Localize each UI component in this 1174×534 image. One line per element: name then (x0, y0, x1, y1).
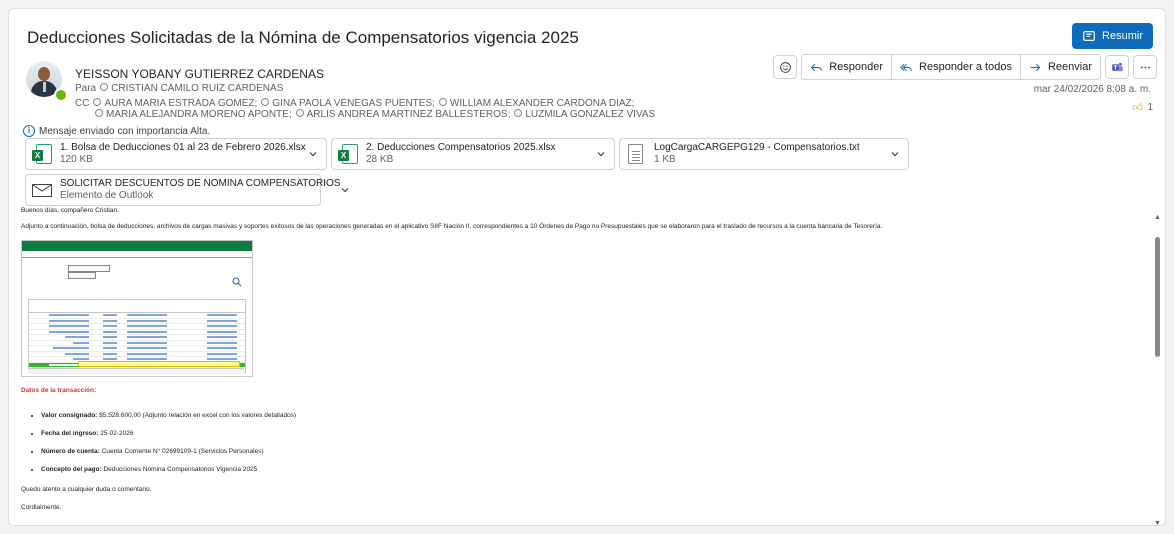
reply-icon (811, 63, 823, 71)
attachment-size: 28 KB (366, 154, 394, 165)
attachment-name: LogCargaCARGEPG129 - Compensatorios.txt (654, 142, 860, 153)
reply-all-button[interactable]: Responder a todos (891, 55, 1020, 79)
detail-label: Número de cuenta: (41, 448, 100, 455)
attachment-name: 2. Deducciones Compensatorios 2025.xlsx (366, 142, 556, 153)
sent-date: mar 24/02/2026 8:08 a. m. (1033, 84, 1151, 95)
to-recipient[interactable]: CRISTIAN CAMILO RUIZ CARDENAS (111, 83, 283, 94)
detail-label: Fecha del ingreso: (41, 430, 99, 437)
reply-button[interactable]: Responder (802, 55, 892, 79)
attachment-size: 1 KB (654, 154, 676, 165)
excel-file-icon: X (32, 144, 52, 164)
detail-label: Valor consignado: (41, 412, 98, 419)
body-intro: Adjunto a continuación, bolsa de deducci… (21, 223, 883, 230)
recipient-status-icon (438, 98, 447, 106)
cc-label: CC (75, 98, 90, 109)
attachment-size: 120 KB (60, 154, 93, 165)
detail-item: Valor consignado: $5.528.600,00 (Adjunto… (41, 407, 296, 425)
forward-arrow-icon (1030, 63, 1041, 71)
summarize-label: Resumir (1102, 30, 1143, 42)
reply-label: Responder (829, 61, 884, 73)
attachment-name: 1. Bolsa de Deducciones 01 al 23 de Febr… (60, 142, 306, 153)
reply-forward-group: Responder Responder a todos Reenviar (801, 54, 1101, 80)
scrollbar-thumb[interactable] (1155, 237, 1160, 357)
detail-value: Deducciones Nómina Compensatorios Vigenc… (103, 466, 258, 473)
section-title: Datos de la transacción: (21, 387, 97, 394)
mail-envelope-icon (32, 180, 52, 200)
attachment-name: SOLICITAR DESCUENTOS DE NOMINA COMPENSAT… (60, 178, 341, 189)
cc-recipient[interactable]: GINA PAOLA VENEGAS PUENTES; (272, 98, 435, 109)
excel-file-icon: X (338, 144, 358, 164)
cc-recipient[interactable]: ARLIS ANDREA MARTINEZ BALLESTEROS; (307, 109, 511, 120)
body-greeting: Buenos días, compañero Cristian. (21, 207, 119, 214)
thumbs-up-icon: 👍︎ (1131, 102, 1144, 114)
smiley-icon (779, 61, 791, 73)
reaction-summary[interactable]: 👍︎ 1 (1132, 101, 1153, 114)
cc-recipient[interactable]: WILLIAM ALEXANDER CARDONA DIAZ; (450, 98, 635, 109)
importance-banner: i Mensaje enviado con importancia Alta. (23, 125, 210, 137)
cc-recipient[interactable]: AURA MARIA ESTRADA GOMEZ; (104, 98, 257, 109)
detail-item: Fecha del ingreso: 25-02-2026 (41, 425, 296, 443)
body-closing: Quedo atento a cualquier duda o comentar… (21, 486, 152, 493)
summary-icon (1083, 31, 1095, 41)
chevron-down-icon[interactable] (890, 149, 900, 159)
teams-icon (1111, 62, 1123, 71)
text-file-icon (626, 144, 646, 164)
cc-recipients-continued: MARIA ALEJANDRA MORENO APONTE; ARLIS ANDR… (91, 109, 655, 120)
emoji-reaction-button[interactable] (773, 55, 798, 79)
recipient-status-icon (100, 83, 109, 91)
chevron-down-icon[interactable] (308, 149, 318, 159)
more-horizontal-icon (1140, 66, 1150, 68)
recipient-status-icon (95, 109, 103, 117)
recipient-status-icon (295, 109, 304, 117)
forward-button[interactable]: Reenviar (1019, 55, 1100, 79)
attachment-card[interactable]: LogCargaCARGEPG129 - Compensatorios.txt 1… (619, 138, 909, 170)
scroll-down-icon[interactable]: ▼ (1154, 520, 1161, 525)
to-label: Para (75, 83, 97, 94)
transaction-details-list: Valor consignado: $5.528.600,00 (Adjunto… (31, 407, 296, 479)
search-icon (232, 277, 242, 287)
more-actions-button[interactable] (1133, 55, 1157, 79)
reply-all-icon (900, 63, 912, 71)
cc-recipient[interactable]: MARIA ALEJANDRA MORENO APONTE; (106, 109, 292, 120)
message-body: Buenos días, compañero Cristian. Adjunto… (21, 207, 1157, 525)
scroll-up-icon[interactable]: ▲ (1154, 214, 1161, 221)
importance-text: Mensaje enviado con importancia Alta. (39, 125, 211, 137)
attachment-card[interactable]: X 2. Deducciones Compensatorios 2025.xls… (331, 138, 615, 170)
body-scrollbar[interactable]: ▲ ▼ (1151, 214, 1165, 525)
chevron-down-icon[interactable] (596, 149, 606, 159)
attachment-card[interactable]: X 1. Bolsa de Deducciones 01 al 23 de Fe… (25, 138, 327, 170)
to-recipients: Para CRISTIAN CAMILO RUIZ CARDENAS (75, 83, 283, 94)
reaction-count: 1 (1147, 102, 1153, 113)
detail-value: Cuenta Corriente N° 02699109-1 (Servicio… (101, 448, 264, 455)
message-actions: Responder Responder a todos Reenviar (773, 54, 1157, 80)
sender-name[interactable]: YEISSON YOBANY GUTIERREZ CARDENAS (75, 67, 324, 81)
body-signoff: Cordialmente. (21, 504, 62, 511)
cc-recipient[interactable]: LUZMILA GONZALEZ VIVAS (525, 109, 655, 120)
attachment-card[interactable]: SOLICITAR DESCUENTOS DE NOMINA COMPENSAT… (25, 174, 349, 206)
embedded-screenshot-image (21, 240, 253, 377)
attachment-type: Elemento de Outlook (60, 190, 154, 201)
reading-pane: Deducciones Solicitadas de la Nómina de … (8, 8, 1166, 526)
detail-item: Concepto del pago: Deducciones Nómina Co… (41, 461, 296, 479)
email-subject: Deducciones Solicitadas de la Nómina de … (27, 28, 579, 47)
detail-value: $5.528.600,00 (Adjunto relación en excel… (99, 412, 297, 419)
summarize-button[interactable]: Resumir (1072, 23, 1153, 49)
teams-share-button[interactable] (1105, 55, 1129, 79)
cc-recipients: CC AURA MARIA ESTRADA GOMEZ; GINA PAOLA VE… (75, 98, 634, 109)
detail-item: Número de cuenta: Cuenta Corriente N° 02… (41, 443, 296, 461)
info-icon: i (23, 125, 35, 137)
recipient-status-icon (93, 98, 102, 106)
presence-available-icon (54, 88, 68, 102)
recipient-status-icon (261, 98, 270, 106)
chevron-down-icon[interactable] (340, 185, 350, 195)
forward-label: Reenviar (1047, 61, 1092, 73)
detail-value: 25-02-2026 (100, 430, 134, 437)
recipient-status-icon (514, 109, 523, 117)
detail-label: Concepto del pago: (41, 466, 102, 473)
reply-all-label: Responder a todos (919, 61, 1012, 73)
